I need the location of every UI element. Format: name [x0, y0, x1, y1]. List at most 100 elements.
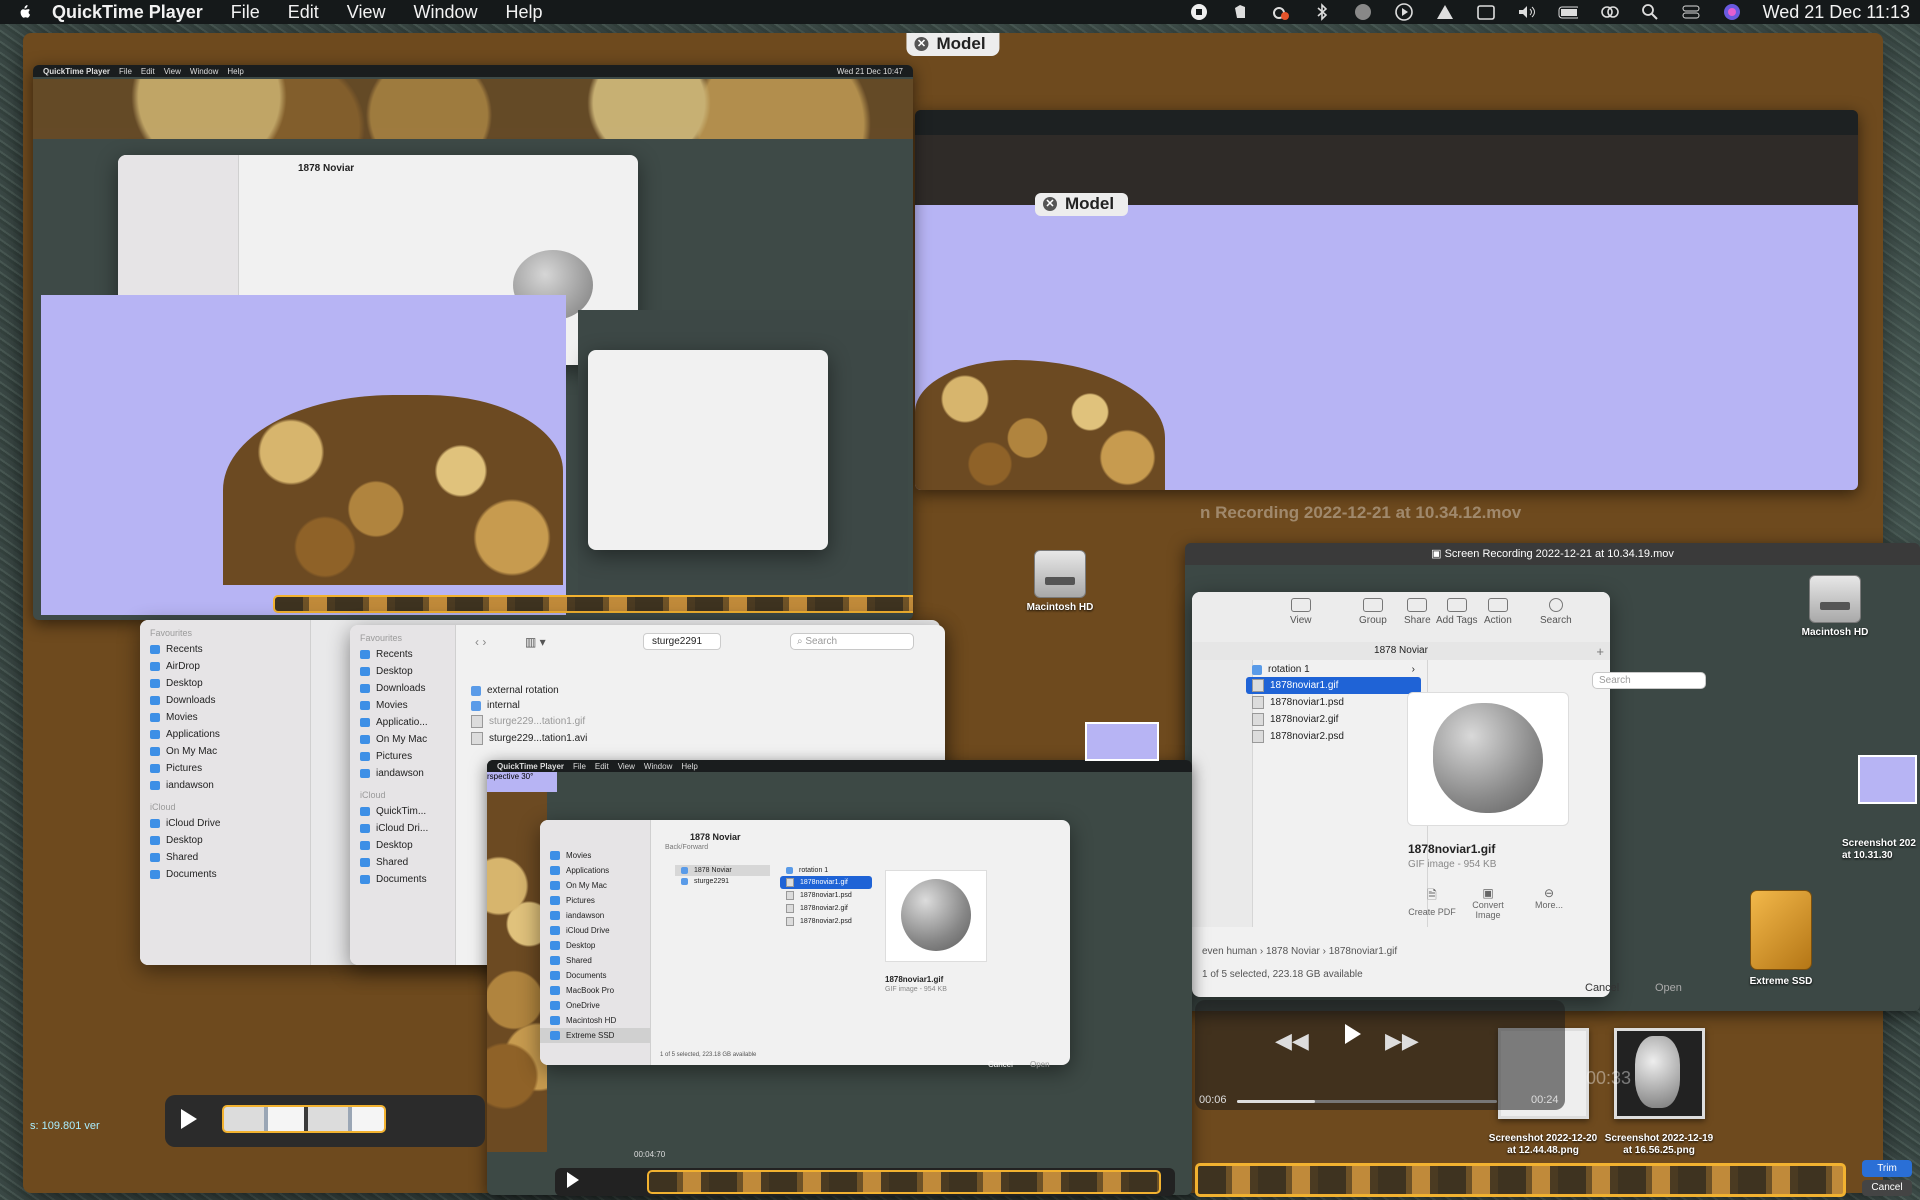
play-button-center[interactable]: [567, 1172, 579, 1188]
ghost-item-shared[interactable]: Shared: [140, 849, 310, 866]
list-item[interactable]: 1878noviar2.psd: [780, 915, 872, 928]
nested-window-title[interactable]: ✕ Model: [1035, 193, 1129, 216]
menu-file[interactable]: File: [231, 2, 260, 23]
center-sidebar-desktop[interactable]: Desktop: [540, 938, 650, 953]
battery-icon[interactable]: [1558, 2, 1578, 22]
add-tab-icon[interactable]: +: [1596, 644, 1604, 659]
toolbar-group[interactable]: Group: [1359, 598, 1387, 626]
play-button[interactable]: [1345, 1024, 1361, 1044]
bluetooth-icon[interactable]: [1312, 2, 1332, 22]
view-toggle[interactable]: ▥ ▾: [525, 635, 546, 649]
ghost-item-movies[interactable]: Movies: [140, 709, 310, 726]
more-button[interactable]: ⊖ More...: [1524, 886, 1574, 910]
list-item[interactable]: rotation 1: [780, 865, 872, 876]
list-item[interactable]: 1878noviar2.gif: [780, 902, 872, 915]
apple-icon[interactable]: [14, 2, 34, 22]
macintosh-hd-icon-right[interactable]: Macintosh HD: [1800, 575, 1870, 638]
extreme-ssd-icon[interactable]: Extreme SSD: [1741, 890, 1821, 987]
toolbar-action[interactable]: Action: [1484, 598, 1512, 626]
drive-icon[interactable]: [1435, 2, 1455, 22]
window-title[interactable]: ✕ Model: [906, 33, 1000, 56]
sidebar-item-onmymac[interactable]: On My Mac: [350, 731, 455, 748]
center-sidebar-home[interactable]: iandawson: [540, 908, 650, 923]
list-item[interactable]: external rotation: [465, 683, 605, 698]
center-sidebar-pictures[interactable]: Pictures: [540, 893, 650, 908]
center-sidebar-applications[interactable]: Applications: [540, 863, 650, 878]
sidebar-item-desktop[interactable]: Desktop: [350, 663, 455, 680]
siri-icon[interactable]: [1722, 2, 1742, 22]
center-filmstrip[interactable]: [647, 1170, 1161, 1194]
vpn-icon[interactable]: [1353, 2, 1373, 22]
center-sidebar-extreme-ssd[interactable]: Extreme SSD: [540, 1028, 650, 1043]
sidebar-item-shared[interactable]: Shared: [350, 854, 455, 871]
sidebar-item-movies[interactable]: Movies: [350, 697, 455, 714]
calendar-icon[interactable]: [1476, 2, 1496, 22]
create-pdf-button[interactable]: 🗎 Create PDF: [1402, 886, 1462, 917]
list-item-selected[interactable]: 1878noviar1.gif: [780, 876, 872, 889]
toolbar-add-tags[interactable]: Add Tags: [1436, 598, 1478, 626]
menu-window[interactable]: Window: [414, 2, 478, 23]
ghost-item-onmymac[interactable]: On My Mac: [140, 743, 310, 760]
center-sidebar-macbook[interactable]: MacBook Pro: [540, 983, 650, 998]
scrubber[interactable]: [1237, 1100, 1497, 1103]
search-icon[interactable]: [1640, 2, 1660, 22]
folder-popup[interactable]: sturge2291: [643, 633, 722, 650]
toolbar-share[interactable]: Share: [1404, 598, 1431, 626]
menu-edit[interactable]: Edit: [288, 2, 319, 23]
ghost-item-airdrop[interactable]: AirDrop: [140, 658, 310, 675]
sidebar-item-icloud-desktop[interactable]: Desktop: [350, 837, 455, 854]
open-button[interactable]: Open: [1655, 982, 1682, 994]
recording-titlebar[interactable]: ▣ Screen Recording 2022-12-21 at 10.34.1…: [1185, 543, 1920, 565]
ghost-item-documents[interactable]: Documents: [140, 866, 310, 883]
center-sidebar-macintosh-hd[interactable]: Macintosh HD: [540, 1013, 650, 1028]
menu-app-name[interactable]: QuickTime Player: [52, 2, 203, 23]
sidebar-item-pictures[interactable]: Pictures: [350, 748, 455, 765]
list-item[interactable]: internal: [465, 698, 605, 713]
ghost-item-applications[interactable]: Applications: [140, 726, 310, 743]
list-item[interactable]: sturge229...tation1.avi: [465, 730, 605, 747]
list-item[interactable]: 1878noviar1.psd: [1246, 694, 1421, 711]
volume-icon[interactable]: [1517, 2, 1537, 22]
ghost-item-downloads[interactable]: Downloads: [140, 692, 310, 709]
sidebar-item-applications[interactable]: Applicatio...: [350, 714, 455, 731]
play-button-left[interactable]: [181, 1109, 197, 1129]
sidebar-item-quicktime[interactable]: QuickTim...: [350, 803, 455, 820]
creative-cloud-icon[interactable]: [1271, 2, 1291, 22]
center-open-button[interactable]: Open: [1030, 1060, 1050, 1069]
evernote-icon[interactable]: [1230, 2, 1250, 22]
menu-clock[interactable]: Wed 21 Dec 11:13: [1763, 2, 1910, 23]
center-sidebar-movies[interactable]: Movies: [540, 848, 650, 863]
play-circle-icon[interactable]: [1394, 2, 1414, 22]
sidebar-item-icloud-drive[interactable]: iCloud Dri...: [350, 820, 455, 837]
trim-cancel-button[interactable]: Cancel: [1862, 1180, 1912, 1196]
ghost-item-icloud-drive[interactable]: iCloud Drive: [140, 815, 310, 832]
list-item-rotation[interactable]: rotation 1 ›: [1246, 662, 1421, 677]
left-filmstrip[interactable]: [222, 1105, 386, 1133]
fast-forward-icon[interactable]: ▶▶: [1385, 1028, 1419, 1054]
sidebar-item-documents[interactable]: Documents: [350, 871, 455, 888]
convert-image-button[interactable]: ▣ Convert Image: [1460, 886, 1516, 920]
toolbar-view[interactable]: View: [1290, 598, 1312, 626]
ghost-item-desktop[interactable]: Desktop: [140, 675, 310, 692]
list-item-selected[interactable]: 1878noviar1.gif: [1246, 677, 1421, 694]
center-sidebar-onmymac[interactable]: On My Mac: [540, 878, 650, 893]
ghost-item-pictures[interactable]: Pictures: [140, 760, 310, 777]
trim-filmstrip[interactable]: [1195, 1163, 1846, 1197]
cancel-button[interactable]: Cancel: [1585, 982, 1619, 994]
list-item[interactable]: 1878noviar1.psd: [780, 889, 872, 902]
list-item[interactable]: 1878noviar2.psd: [1246, 728, 1421, 745]
close-icon[interactable]: ✕: [1043, 197, 1057, 211]
stop-record-icon[interactable]: [1189, 2, 1209, 22]
toolbar-search[interactable]: Search: [1540, 598, 1572, 626]
center-sidebar-icloud-drive[interactable]: iCloud Drive: [540, 923, 650, 938]
sidebar-item-downloads[interactable]: Downloads: [350, 680, 455, 697]
close-icon[interactable]: ✕: [914, 37, 929, 51]
ghost-item-home[interactable]: iandawson: [140, 777, 310, 794]
center-sidebar-shared[interactable]: Shared: [540, 953, 650, 968]
ghost-item-icloud-desktop[interactable]: Desktop: [140, 832, 310, 849]
list-item[interactable]: sturge229...tation1.gif: [465, 713, 605, 730]
control-center-icon[interactable]: [1681, 2, 1701, 22]
rewind-icon[interactable]: ◀◀: [1275, 1028, 1309, 1054]
dialog-search-input[interactable]: ⌕ Search: [790, 633, 914, 650]
trim-button[interactable]: Trim: [1862, 1160, 1912, 1177]
